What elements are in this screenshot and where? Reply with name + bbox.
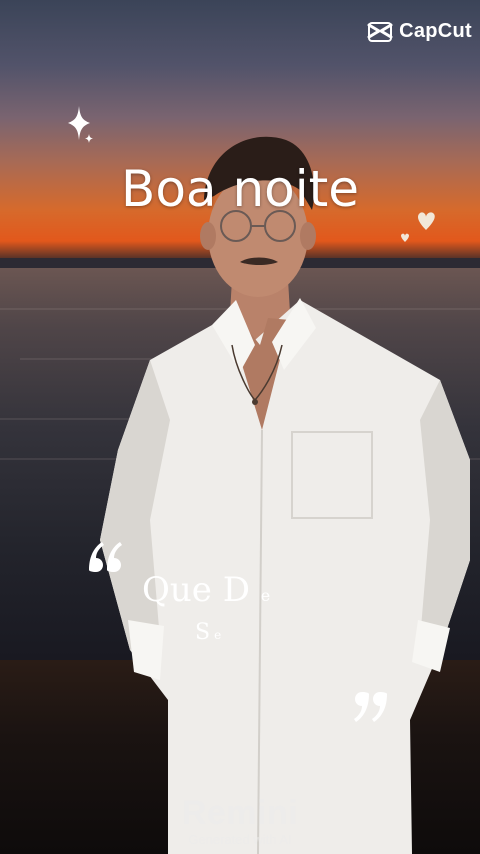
capcut-logo-icon — [367, 21, 393, 42]
message-line-2-small: e — [214, 628, 222, 642]
open-quote-icon — [89, 542, 122, 572]
message-line-2: Se — [195, 618, 221, 650]
hearts-icon — [401, 212, 435, 242]
capcut-logo-text: CapCut — [399, 20, 472, 42]
photo-frame: CapCut Boa noite Que D e Se Remini Gener… — [0, 0, 480, 854]
close-quote-icon — [354, 692, 387, 722]
message-line-2-main: S — [195, 620, 211, 645]
message-line-1-small: e — [260, 586, 271, 605]
remini-watermark: Remini — [181, 794, 299, 832]
capcut-brand: CapCut — [367, 20, 472, 43]
message-line-1-main: Que D — [142, 570, 250, 610]
remini-watermark-subtitle: Generated with AI — [188, 832, 292, 847]
sparkle-icon — [68, 106, 93, 143]
message-line-1: Que D e — [142, 570, 270, 616]
